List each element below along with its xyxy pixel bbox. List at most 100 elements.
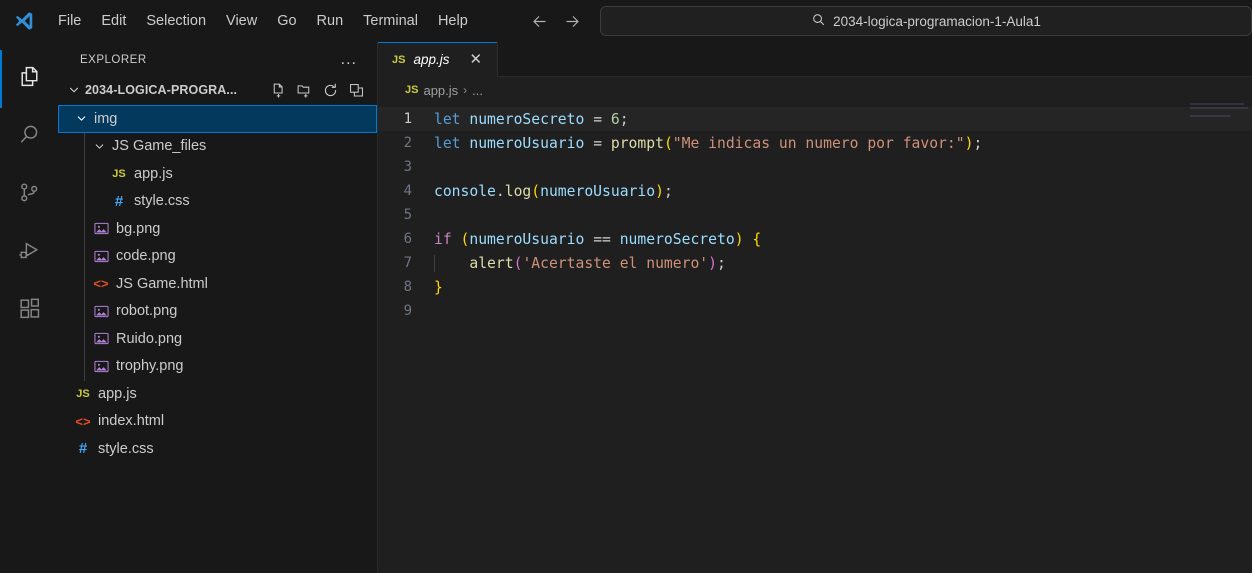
image-icon — [90, 249, 112, 264]
more-actions-icon[interactable]: ... — [341, 51, 357, 67]
editor-tabs: JS app.js ✕ — [378, 42, 1252, 77]
image-icon — [90, 221, 112, 236]
menu-file[interactable]: File — [48, 9, 91, 33]
breadcrumb: JS app.js › ... — [378, 77, 1252, 103]
code-line: 7 alert('Acertaste el numero'); — [378, 251, 1252, 275]
activity-item-source-control[interactable] — [0, 166, 58, 224]
line-number: 1 — [403, 111, 412, 127]
code-line: 1 let numeroSecreto = 6; — [378, 107, 1252, 131]
tree-item-code-png[interactable]: code.png — [58, 243, 377, 271]
tree-item-app-js-nested[interactable]: JS app.js — [58, 160, 377, 188]
tree-item-label: robot.png — [116, 303, 178, 320]
tree-item-app-js[interactable]: JS app.js — [58, 380, 377, 408]
tab-label: app.js — [413, 52, 450, 67]
title-bar: File Edit Selection View Go Run Terminal… — [0, 0, 1252, 42]
arrow-forward-icon[interactable] — [563, 12, 582, 31]
tree-item-js-game-files[interactable]: JS Game_files — [58, 133, 377, 161]
menu-terminal[interactable]: Terminal — [353, 9, 428, 33]
js-icon: JS — [392, 53, 406, 66]
tree-item-index-html[interactable]: <> index.html — [58, 408, 377, 436]
breadcrumb-file[interactable]: app.js — [423, 83, 458, 98]
tree-item-style-css[interactable]: # style.css — [58, 435, 377, 463]
close-icon[interactable]: ✕ — [470, 52, 483, 67]
tree-item-label: img — [94, 110, 118, 127]
files-icon — [17, 64, 42, 94]
menu-go[interactable]: Go — [267, 9, 306, 33]
image-icon — [90, 359, 112, 374]
tree-item-label: JS Game.html — [116, 275, 208, 292]
arrow-left-icon[interactable] — [530, 12, 549, 31]
tree-item-label: bg.png — [116, 220, 161, 237]
menu-bar: File Edit Selection View Go Run Terminal… — [48, 9, 478, 33]
code-line: 6 if (numeroUsuario == numeroSecreto) { — [378, 227, 1252, 251]
menu-help[interactable]: Help — [428, 9, 478, 33]
editor-area: JS app.js ✕ JS app.js › ... 1 let numero… — [378, 42, 1252, 573]
image-icon — [90, 304, 112, 319]
line-number: 4 — [403, 183, 412, 199]
code-line: 2 let numeroUsuario = prompt("Me indicas… — [378, 131, 1252, 155]
tree-item-img[interactable]: img — [58, 105, 377, 133]
activity-item-run-and-debug[interactable] — [0, 224, 58, 282]
tree-item-style-css-nested[interactable]: # style.css — [58, 188, 377, 216]
tree-item-label: trophy.png — [116, 358, 184, 375]
chevron-down-icon[interactable] — [90, 140, 108, 153]
tree-item-label: JS Game_files — [112, 138, 207, 155]
line-content: alert('Acertaste el numero'); — [434, 254, 726, 272]
code-editor[interactable]: 1 let numeroSecreto = 6; 2 let numeroUsu… — [378, 103, 1252, 573]
menu-run[interactable]: Run — [307, 9, 354, 33]
search-input[interactable]: 2034-logica-programacion-1-Aula1 — [600, 6, 1252, 36]
breadcrumb-symbol[interactable]: ... — [472, 83, 483, 98]
tree-item-trophy-png[interactable]: trophy.png — [58, 353, 377, 381]
tree-item-ruido-png[interactable]: Ruido.png — [58, 325, 377, 353]
search-value: 2034-logica-programacion-1-Aula1 — [833, 13, 1041, 29]
line-content: console.log(numeroUsuario); — [434, 182, 673, 200]
new-folder-icon[interactable] — [296, 82, 313, 99]
refresh-icon[interactable] — [322, 82, 339, 99]
activity-item-explorer[interactable] — [0, 50, 58, 108]
image-icon — [90, 331, 112, 346]
run-debug-icon — [17, 238, 42, 268]
workbench-body: EXPLORER ... 2034-LOGICA-PROGRA... img J… — [0, 42, 1252, 573]
tree-item-label: code.png — [116, 248, 176, 265]
line-content: let numeroUsuario = prompt("Me indicas u… — [434, 134, 983, 152]
code-line: 3 — [378, 155, 1252, 179]
activity-item-extensions[interactable] — [0, 282, 58, 340]
line-number: 7 — [403, 255, 412, 271]
collapse-all-icon[interactable] — [348, 82, 365, 99]
tree-item-js-game-html[interactable]: <> JS Game.html — [58, 270, 377, 298]
folder-actions — [270, 82, 369, 99]
tree-item-label: app.js — [98, 385, 137, 402]
menu-selection[interactable]: Selection — [136, 9, 216, 33]
chevron-down-icon[interactable] — [72, 112, 90, 125]
line-number: 3 — [403, 159, 412, 175]
chevron-down-icon[interactable] — [66, 83, 82, 97]
explorer-sidebar: EXPLORER ... 2034-LOGICA-PROGRA... img J… — [58, 42, 378, 573]
tree-item-label: index.html — [98, 413, 165, 430]
menu-edit[interactable]: Edit — [91, 9, 136, 33]
html-icon: <> — [75, 413, 91, 429]
new-file-icon[interactable] — [270, 82, 287, 99]
code-line: 9 — [378, 299, 1252, 323]
tree-item-bg-png[interactable]: bg.png — [58, 215, 377, 243]
navigation-arrows — [530, 12, 582, 31]
menu-view[interactable]: View — [216, 9, 267, 33]
css-icon: # — [114, 192, 124, 210]
line-content: } — [434, 278, 443, 296]
tree-item-robot-png[interactable]: robot.png — [58, 298, 377, 326]
html-icon: <> — [93, 276, 109, 292]
line-content: if (numeroUsuario == numeroSecreto) { — [434, 230, 762, 248]
line-number: 9 — [403, 303, 412, 319]
workspace-folder-header[interactable]: 2034-LOGICA-PROGRA... — [58, 77, 377, 103]
tree-item-label: style.css — [98, 440, 154, 457]
line-number: 6 — [403, 231, 412, 247]
sidebar-header: EXPLORER ... — [58, 42, 377, 77]
vscode-logo-icon — [0, 10, 48, 32]
sidebar-title-label: EXPLORER — [80, 53, 147, 66]
command-center[interactable]: 2034-logica-programacion-1-Aula1 — [600, 6, 1252, 36]
tab-app-js[interactable]: JS app.js ✕ — [378, 42, 498, 77]
chevron-right-icon: › — [463, 83, 468, 97]
activity-item-search[interactable] — [0, 108, 58, 166]
source-control-icon — [17, 180, 42, 210]
workspace-folder-name: 2034-LOGICA-PROGRA... — [85, 83, 238, 97]
line-number: 5 — [403, 207, 412, 223]
